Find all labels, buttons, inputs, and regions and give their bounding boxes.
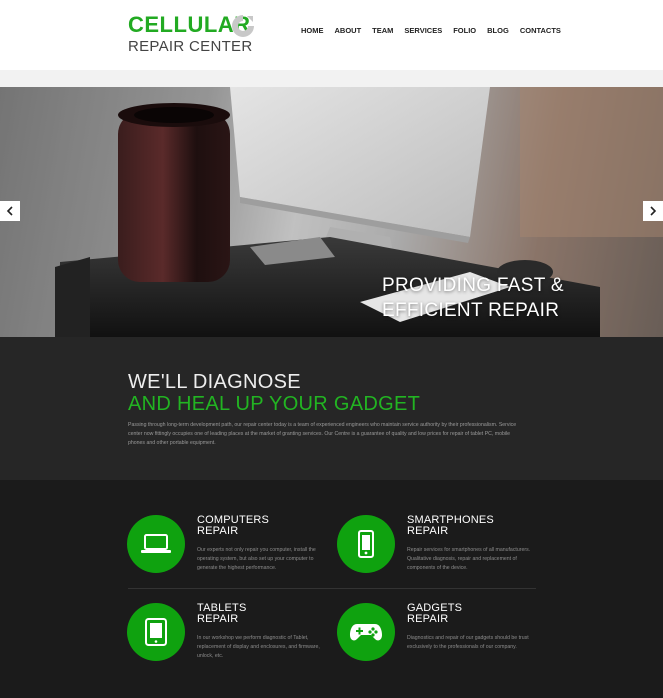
logo-subtitle: REPAIR CENTER — [128, 38, 253, 55]
nav-blog[interactable]: BLOG — [487, 25, 509, 39]
tablet-icon — [145, 618, 167, 646]
service-tablets[interactable]: TABLETS REPAIR In our workshop we perfor… — [127, 603, 327, 683]
service-gadgets[interactable]: GADGETS REPAIR Diagnostics and repair of… — [337, 603, 537, 683]
service-icon-circle — [337, 603, 395, 661]
nav-about[interactable]: ABOUT — [335, 25, 362, 39]
nav-home[interactable]: HOME — [301, 25, 324, 39]
service-title-line2: REPAIR — [197, 613, 239, 625]
hero-title: PROVIDING FAST & EFFICIENT REPAIR — [382, 273, 612, 323]
service-title: GADGETS REPAIR — [407, 603, 462, 625]
service-icon-circle — [337, 515, 395, 573]
service-title-line2: REPAIR — [407, 613, 449, 625]
diagnose-heading-line1: WE'LL DIAGNOSE — [128, 371, 301, 393]
nav-contacts[interactable]: CONTACTS — [520, 25, 561, 39]
main-nav: HOME ABOUT TEAM SERVICES FOLIO BLOG CONT… — [301, 25, 572, 39]
site-header: CELLULAR REPAIR CENTER HOME ABOUT TEAM S… — [0, 0, 663, 70]
hero-title-line1: PROVIDING FAST & — [382, 275, 564, 296]
smartphone-icon — [358, 530, 374, 558]
chevron-left-icon — [6, 206, 13, 216]
service-icon-circle — [127, 603, 185, 661]
service-description: Our experts not only repair you computer… — [197, 547, 316, 571]
service-description: Repair services for smartphones of all m… — [407, 547, 531, 571]
header-subbar — [0, 70, 663, 87]
laptop-icon — [141, 534, 171, 553]
service-title: SMARTPHONES REPAIR — [407, 515, 494, 537]
service-icon-circle — [127, 515, 185, 573]
gamepad-icon — [350, 624, 382, 641]
diagnose-paragraph: Passing through long-term development pa… — [128, 422, 517, 446]
service-title-line2: REPAIR — [407, 525, 449, 537]
services-section: COMPUTERS REPAIR Our experts not only re… — [0, 480, 663, 698]
nav-team[interactable]: TEAM — [372, 25, 393, 39]
slider-prev-button[interactable] — [0, 201, 20, 221]
nav-folio[interactable]: FOLIO — [453, 25, 476, 39]
service-description: In our workshop we perform diagnostic of… — [197, 635, 320, 659]
chevron-right-icon — [650, 206, 657, 216]
nav-services[interactable]: SERVICES — [404, 25, 442, 39]
diagnose-section: WE'LL DIAGNOSE AND HEAL UP YOUR GADGET P… — [0, 337, 663, 480]
logo[interactable]: CELLULAR REPAIR CENTER — [128, 12, 268, 58]
service-title: COMPUTERS REPAIR — [197, 515, 269, 537]
service-smartphones[interactable]: SMARTPHONES REPAIR Repair services for s… — [337, 515, 537, 595]
diagnose-heading-line2: AND HEAL UP YOUR GADGET — [128, 393, 421, 415]
service-computers[interactable]: COMPUTERS REPAIR Our experts not only re… — [127, 515, 327, 595]
hero-title-line2: EFFICIENT REPAIR — [382, 300, 560, 321]
service-title: TABLETS REPAIR — [197, 603, 247, 625]
services-divider — [128, 588, 536, 589]
service-title-line2: REPAIR — [197, 525, 239, 537]
slider-next-button[interactable] — [643, 201, 663, 221]
hero-slider: PROVIDING FAST & EFFICIENT REPAIR — [0, 87, 663, 337]
wrench-gear-icon — [232, 15, 254, 37]
service-description: Diagnostics and repair of our gadgets sh… — [407, 635, 529, 650]
